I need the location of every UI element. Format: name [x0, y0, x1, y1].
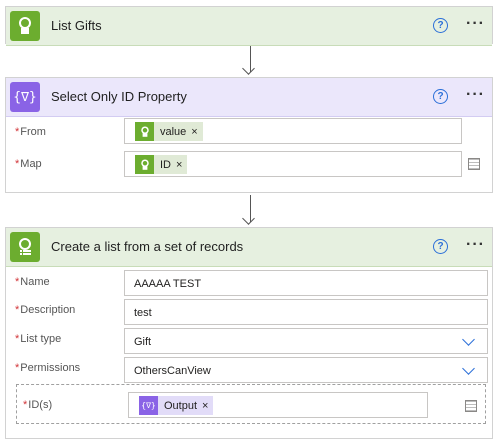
field-label-from: *From — [15, 126, 46, 138]
person-list-icon — [10, 232, 40, 262]
description-value: test — [134, 307, 152, 319]
close-icon[interactable]: × — [176, 159, 187, 171]
help-icon[interactable]: ? — [433, 18, 448, 33]
list-type-dropdown[interactable]: Gift — [124, 328, 488, 354]
name-value: AAAAA TEST — [134, 278, 202, 290]
chevron-down-icon[interactable] — [462, 362, 475, 375]
table-icon[interactable] — [465, 400, 477, 412]
step-title: Select Only ID Property — [51, 89, 187, 104]
chevron-down-icon[interactable] — [462, 333, 475, 346]
help-icon[interactable]: ? — [433, 89, 448, 104]
close-icon[interactable]: × — [202, 400, 213, 412]
step-header[interactable]: {∇} Select Only ID Property ? ··· — [6, 78, 492, 117]
arrow-down-icon — [242, 212, 255, 225]
field-label-list-type: *List type — [15, 333, 62, 345]
field-label-permissions: *Permissions — [15, 362, 81, 374]
field-label-map: *Map — [15, 158, 42, 170]
more-icon[interactable]: ··· — [466, 236, 485, 254]
from-field[interactable]: value × — [124, 118, 462, 144]
person-gift-icon — [10, 11, 40, 41]
field-label-description: *Description — [15, 304, 76, 316]
field-label-ids: *ID(s) — [23, 399, 53, 411]
step-header[interactable]: Create a list from a set of records ? ··… — [6, 228, 492, 267]
step-header[interactable]: List Gifts ? ··· — [6, 7, 492, 46]
step-title: List Gifts — [51, 18, 102, 33]
table-icon[interactable] — [468, 158, 480, 170]
list-type-value: Gift — [134, 336, 152, 348]
more-icon[interactable]: ··· — [466, 86, 485, 104]
more-icon[interactable]: ··· — [466, 15, 485, 33]
person-gift-icon — [135, 155, 154, 174]
person-gift-icon — [135, 122, 154, 141]
value-token[interactable]: value × — [135, 122, 203, 141]
step-list-gifts[interactable]: List Gifts ? ··· — [5, 6, 493, 46]
arrow-down-icon — [242, 62, 255, 75]
token-label: ID — [160, 158, 171, 171]
map-field[interactable]: ID × — [124, 151, 462, 177]
name-field[interactable]: AAAAA TEST — [124, 270, 488, 296]
token-label: value — [160, 125, 187, 138]
ids-field[interactable]: {∇} Output × — [128, 392, 428, 418]
data-operation-icon: {∇} — [10, 82, 40, 112]
data-operation-icon: {∇} — [139, 396, 158, 415]
field-label-name: *Name — [15, 276, 50, 288]
output-token[interactable]: {∇} Output × — [139, 396, 214, 415]
permissions-value: OthersCanView — [134, 365, 211, 377]
id-token[interactable]: ID × — [135, 155, 188, 174]
token-label: Output — [164, 399, 198, 412]
step-select-only-id[interactable]: {∇} Select Only ID Property ? ··· *From … — [5, 77, 493, 193]
description-field[interactable]: test — [124, 299, 488, 325]
step-title: Create a list from a set of records — [51, 239, 244, 254]
close-icon[interactable]: × — [191, 126, 202, 138]
permissions-dropdown[interactable]: OthersCanView — [124, 357, 488, 383]
help-icon[interactable]: ? — [433, 239, 448, 254]
